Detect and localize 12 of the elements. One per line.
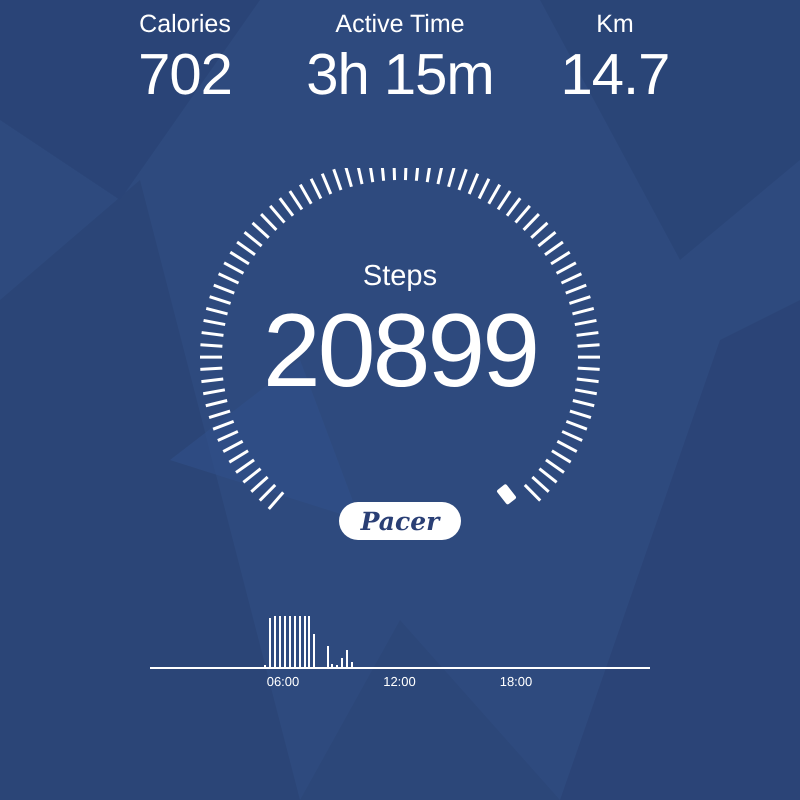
stat-label: Active Time bbox=[335, 10, 465, 39]
time-label: 18:00 bbox=[500, 674, 532, 689]
stat-value: 14.7 bbox=[560, 41, 670, 108]
steps-label: Steps bbox=[362, 260, 438, 293]
time-label: 12:00 bbox=[383, 674, 416, 689]
stat-label: Km bbox=[596, 10, 634, 39]
steps-value: 20899 bbox=[262, 299, 538, 403]
stat-label: Calories bbox=[139, 10, 231, 39]
stat-value: 3h 15m bbox=[306, 41, 494, 108]
brand-logo: Pacer bbox=[339, 502, 461, 540]
stat-value: 702 bbox=[138, 41, 232, 108]
time-label: 06:00 bbox=[266, 674, 300, 689]
